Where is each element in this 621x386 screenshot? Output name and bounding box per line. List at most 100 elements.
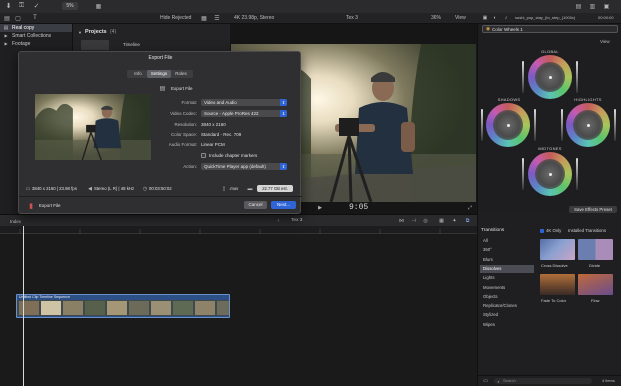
global-wheel-puck[interactable] — [548, 75, 552, 79]
transition-category-item[interactable]: Wipes — [480, 321, 534, 329]
background-tasks-button[interactable]: 5% — [62, 2, 78, 10]
highlights-brightness-slider[interactable] — [561, 109, 563, 141]
clock-icon: ◷ — [142, 186, 148, 192]
shadows-brightness-slider[interactable] — [481, 109, 483, 141]
export-file-icon: ▤ — [159, 86, 166, 92]
global-brightness-slider[interactable] — [522, 61, 524, 93]
library-icon[interactable]: ▤ — [3, 14, 11, 22]
transition-category-item[interactable]: All — [480, 237, 534, 245]
popup-chevron-icon: ⇕ — [280, 99, 287, 106]
highlights-saturation-slider[interactable] — [614, 109, 616, 141]
chapter-markers-checkbox[interactable] — [201, 153, 206, 158]
disclosure-triangle-icon[interactable]: ▶ — [3, 41, 9, 47]
format-popup[interactable]: Video and Audio ⇕ — [201, 99, 287, 106]
transition-category-item[interactable]: Movements — [480, 284, 534, 292]
disclosure-triangle-icon[interactable]: ▼ — [77, 29, 83, 35]
audio-icon[interactable]: ♪ — [502, 14, 510, 22]
transition-category-item[interactable]: Replicator/Clones — [480, 302, 534, 310]
transitions-browser-icon[interactable]: ⧉ — [464, 217, 471, 224]
timeline-toggle-icon[interactable]: ▥ — [588, 2, 597, 10]
global-saturation-slider[interactable] — [576, 61, 578, 93]
play-icon[interactable]: ▶ — [317, 205, 323, 211]
library-item-footage[interactable]: ▶ Footage — [0, 40, 72, 48]
library-browser-icon[interactable]: ▤ — [574, 2, 583, 10]
library-item-label: Footage — [12, 41, 31, 47]
shadows-wheel-puck[interactable] — [506, 123, 510, 127]
project-item-label[interactable]: Timeline — [123, 42, 140, 47]
audio-format-label: Audio Format: — [168, 142, 197, 147]
index-button[interactable]: Index — [10, 219, 21, 224]
clip-filter[interactable]: Hide Rejected — [160, 15, 191, 21]
library-item-real-copy[interactable]: ▤ Real copy — [0, 24, 72, 32]
spec-resolution: 3840 x 2160 | 23.98 fps — [32, 186, 77, 191]
popup-chevron-icon: ⇕ — [280, 163, 287, 170]
resolution-value: 3840 x 2160 — [201, 122, 226, 127]
transition-thumb-flow[interactable] — [578, 274, 613, 295]
midtones-wheel-puck[interactable] — [548, 172, 552, 176]
sidebar-toggle-icon[interactable]: ▭ — [482, 378, 489, 384]
share-icon[interactable]: ▦ — [94, 2, 103, 10]
transition-thumb-fade-to-color[interactable] — [540, 274, 575, 295]
inspector-view-menu[interactable]: View — [600, 39, 610, 44]
skimming-icon[interactable]: ⊣ — [410, 217, 417, 224]
video-scopes-icon[interactable]: ▣ — [481, 14, 489, 22]
timeline-header: Index ‹ Tex 3 ⋈ ⊣ ◎ ▦ ✦ ⧉ — [0, 214, 477, 226]
timeline-area[interactable]: Untitled Clip Timeline Sequence — [0, 234, 477, 386]
keyword-icon[interactable]: ⚿ — [17, 2, 26, 10]
titles-icon[interactable]: T — [31, 14, 39, 22]
file-extension: .mov — [229, 186, 239, 191]
tab-info[interactable]: Info — [129, 70, 147, 78]
clip-filmstrip — [17, 300, 229, 316]
fullscreen-icon[interactable]: ⤢ — [467, 205, 473, 211]
viewer-view-menu[interactable]: View — [455, 15, 466, 21]
action-popup[interactable]: QuickTime Player app (default) ⇕ — [201, 163, 287, 170]
save-effects-preset-button[interactable]: Save Effects Preset — [569, 206, 617, 213]
transitions-footer: ▭ ⌕ Search 4 items — [478, 375, 621, 386]
color-icon[interactable]: ◐ — [491, 14, 499, 22]
transition-category-item[interactable]: 360° — [480, 246, 534, 254]
inspector-title-bar[interactable]: ◉ Color Wheels 1 — [482, 25, 618, 33]
inspector-toggle-icon[interactable]: ▣ — [602, 2, 611, 10]
transition-label: Cross Dissolve — [541, 263, 568, 268]
solo-icon[interactable]: ◎ — [422, 217, 429, 224]
dialog-divider — [19, 196, 302, 197]
list-view-icon[interactable]: ☰ — [213, 14, 221, 22]
library-item-smart-collections[interactable]: ▶ Smart Collections — [0, 32, 72, 40]
transition-thumb-cross-dissolve[interactable] — [540, 239, 575, 260]
transition-category-item[interactable]: Objects — [480, 293, 534, 301]
next-button[interactable]: Next... — [271, 201, 296, 209]
transition-thumb-divide[interactable] — [578, 239, 613, 260]
back-arrow-icon[interactable]: ‹ — [275, 217, 282, 224]
import-icon[interactable]: ⬇ — [4, 2, 13, 10]
transition-category-item[interactable]: Lights — [480, 274, 534, 282]
timeline-clip[interactable]: Untitled Clip Timeline Sequence — [16, 294, 230, 318]
video-codec-popup[interactable]: Source - Apple ProRes 422 ⇕ — [201, 110, 287, 117]
viewer-timecode[interactable]: 9:05 — [349, 203, 368, 212]
transition-category-item[interactable]: Blurs — [480, 256, 534, 264]
playhead[interactable] — [23, 226, 24, 386]
color-wheels-icon: ◉ — [485, 26, 491, 32]
transition-category-item[interactable]: Dissolves — [480, 264, 534, 273]
tab-settings[interactable]: Settings — [147, 70, 171, 78]
midtones-brightness-slider[interactable] — [522, 158, 524, 190]
snapping-icon[interactable]: ⋈ — [398, 217, 405, 224]
dialog-title: Export File — [148, 55, 173, 61]
clip-appearance-icon[interactable]: ▦ — [438, 217, 445, 224]
transition-category-item[interactable]: Stylized — [480, 311, 534, 319]
viewer-zoom[interactable]: 36% — [431, 15, 441, 21]
shadows-saturation-slider[interactable] — [534, 109, 536, 141]
photos-icon[interactable]: ▢ — [14, 14, 22, 22]
tab-roles[interactable]: Roles — [171, 70, 191, 78]
effects-browser-icon[interactable]: ✦ — [451, 217, 458, 224]
timeline-ruler[interactable] — [0, 226, 477, 234]
transitions-search-field[interactable]: ⌕ Search — [494, 378, 592, 384]
4k-only-checkbox[interactable] — [540, 229, 544, 233]
midtones-saturation-slider[interactable] — [576, 158, 578, 190]
disclosure-triangle-icon[interactable]: ▶ — [3, 33, 9, 39]
cancel-button[interactable]: Cancel — [244, 201, 267, 209]
inspector-clip-timecode: 00:00:00 — [598, 15, 614, 20]
analyze-icon[interactable]: ✓ — [32, 2, 41, 10]
filmstrip-icon[interactable]: ▦ — [200, 14, 208, 22]
project-thumbnail[interactable] — [81, 40, 109, 50]
highlights-wheel-puck[interactable] — [586, 123, 590, 127]
